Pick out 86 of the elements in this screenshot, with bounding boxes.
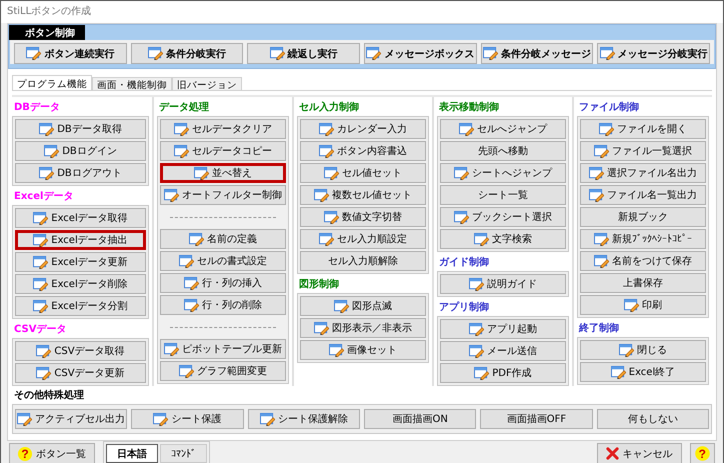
function-button[interactable]: 名前をつけて保存 — [580, 251, 706, 271]
function-button[interactable]: 繰返し実行 — [247, 43, 360, 64]
function-button[interactable]: アクティブセル出力 — [15, 409, 128, 429]
function-button[interactable]: DBログイン — [15, 141, 146, 161]
button-list-button[interactable]: ? ボタン一覧 — [9, 443, 95, 463]
group-heading: Excelデータ — [14, 191, 74, 203]
function-button[interactable]: ブックシート選択 — [440, 207, 566, 227]
function-button[interactable]: セル入力順解除 — [300, 251, 426, 271]
function-button[interactable]: Excelデータ取得 — [15, 208, 146, 228]
group-heading: その他特殊処理 — [14, 390, 85, 402]
function-button[interactable]: 新規ﾌﾞｯｸﾍｼｰﾄｺﾋﾟｰ — [580, 229, 706, 249]
function-button[interactable]: アプリ起動 — [440, 319, 566, 339]
function-button[interactable]: 数値文字切替 — [300, 207, 426, 227]
cancel-button[interactable]: キャンセル — [596, 443, 682, 463]
function-button[interactable]: シートへジャンプ — [440, 163, 566, 183]
function-button[interactable]: DBデータ取得 — [15, 119, 146, 139]
function-button[interactable]: シート一覧 — [440, 185, 566, 205]
function-button[interactable]: セル値セット — [300, 163, 426, 183]
tab[interactable]: プログラム機能 — [12, 75, 92, 90]
group-heading: 図形制御 — [299, 279, 340, 291]
mode-button[interactable]: ｺﾏﾝﾄﾞ — [160, 444, 207, 463]
function-button[interactable]: Excelデータ抽出 — [15, 230, 146, 250]
function-button[interactable]: Excelデータ分割 — [15, 296, 146, 316]
function-button[interactable]: セルへジャンプ — [440, 119, 566, 139]
group-heading: CSVデータ — [14, 324, 68, 336]
function-button[interactable]: PDF作成 — [440, 363, 566, 383]
function-button[interactable]: 先頭へ移動 — [440, 141, 566, 161]
function-button[interactable]: ファイル名一覧出力 — [580, 185, 706, 205]
group-heading: アプリ制御 — [439, 302, 490, 314]
function-button[interactable]: ファイル一覧選択 — [580, 141, 706, 161]
function-button[interactable]: ボタン内容書込 — [300, 141, 426, 161]
function-button[interactable]: 画面描画OFF — [480, 409, 593, 429]
close-icon — [606, 447, 619, 460]
group-heading: ガイド制御 — [439, 257, 490, 269]
function-button[interactable]: 画像セット — [300, 340, 426, 360]
tab[interactable]: 旧バージョン — [172, 77, 242, 90]
function-button[interactable]: DBログアウト — [15, 163, 146, 183]
function-button[interactable]: Excel終了 — [580, 362, 706, 382]
group-heading: 表示移動制御 — [439, 102, 500, 114]
function-button[interactable]: 名前の定義 — [160, 229, 286, 249]
function-button[interactable]: 並べ替え — [160, 163, 286, 183]
function-button[interactable]: メッセージ分岐実行 — [597, 43, 710, 64]
function-button[interactable]: 図形点滅 — [300, 296, 426, 316]
function-button[interactable]: 印刷 — [580, 295, 706, 315]
function-button[interactable]: 上書保存 — [580, 273, 706, 293]
function-button[interactable]: CSVデータ取得 — [15, 341, 146, 361]
function-button[interactable]: セルデータコピー — [160, 141, 286, 161]
mode-button[interactable]: 日本語 — [106, 444, 158, 463]
function-button[interactable]: CSVデータ更新 — [15, 363, 146, 383]
function-button[interactable]: 行・列の挿入 — [160, 273, 286, 293]
function-button[interactable]: ファイルを開く — [580, 119, 706, 139]
group-heading: セル入力制御 — [299, 102, 360, 114]
tab[interactable]: 画面・機能制御 — [92, 77, 172, 90]
group-heading: データ処理 — [159, 102, 210, 114]
group-heading: ファイル制御 — [579, 102, 640, 114]
function-button[interactable]: Excelデータ削除 — [15, 274, 146, 294]
function-button[interactable]: Excelデータ更新 — [15, 252, 146, 272]
group-heading: 終了制御 — [579, 323, 620, 335]
function-button[interactable]: メール送信 — [440, 341, 566, 361]
function-button[interactable]: 条件分岐実行 — [130, 43, 244, 64]
function-button[interactable]: シート保護 — [131, 409, 244, 429]
function-button[interactable]: 条件分岐メッセージ — [480, 43, 594, 64]
function-button[interactable]: 図形表示／非表示 — [300, 318, 426, 338]
function-button[interactable]: 説明ガイド — [440, 274, 566, 294]
function-button[interactable]: 選択ファイル名出力 — [580, 163, 706, 183]
function-button[interactable]: セルデータクリア — [160, 119, 286, 139]
function-button[interactable]: 閉じる — [580, 340, 706, 360]
window-title: StiLLボタンの作成 — [1, 1, 723, 23]
function-button[interactable]: セルの書式設定 — [160, 251, 286, 271]
function-button[interactable]: 行・列の削除 — [160, 295, 286, 315]
function-button[interactable]: ボタン連続実行 — [14, 43, 127, 64]
function-button[interactable]: セル入力順設定 — [300, 229, 426, 249]
function-button[interactable]: グラフ範囲変更 — [160, 361, 286, 381]
group-heading: DBデータ — [14, 102, 61, 114]
help-button[interactable]: ? — [690, 443, 715, 463]
function-button[interactable]: 何もしない — [596, 409, 709, 429]
function-button[interactable]: 複数セル値セット — [300, 185, 426, 205]
function-button[interactable]: 画面描画ON — [364, 409, 476, 429]
function-button[interactable]: メッセージボックス — [364, 43, 477, 64]
function-button[interactable]: シート保護解除 — [248, 409, 360, 429]
function-button[interactable]: 新規ブック — [580, 207, 706, 227]
function-button[interactable]: カレンダー入力 — [300, 119, 426, 139]
function-button[interactable]: オートフィルター制御 — [160, 185, 286, 205]
function-button[interactable]: 文字検索 — [440, 229, 566, 249]
function-button[interactable]: ピボットテーブル更新 — [160, 339, 286, 359]
help-icon: ? — [18, 446, 32, 460]
